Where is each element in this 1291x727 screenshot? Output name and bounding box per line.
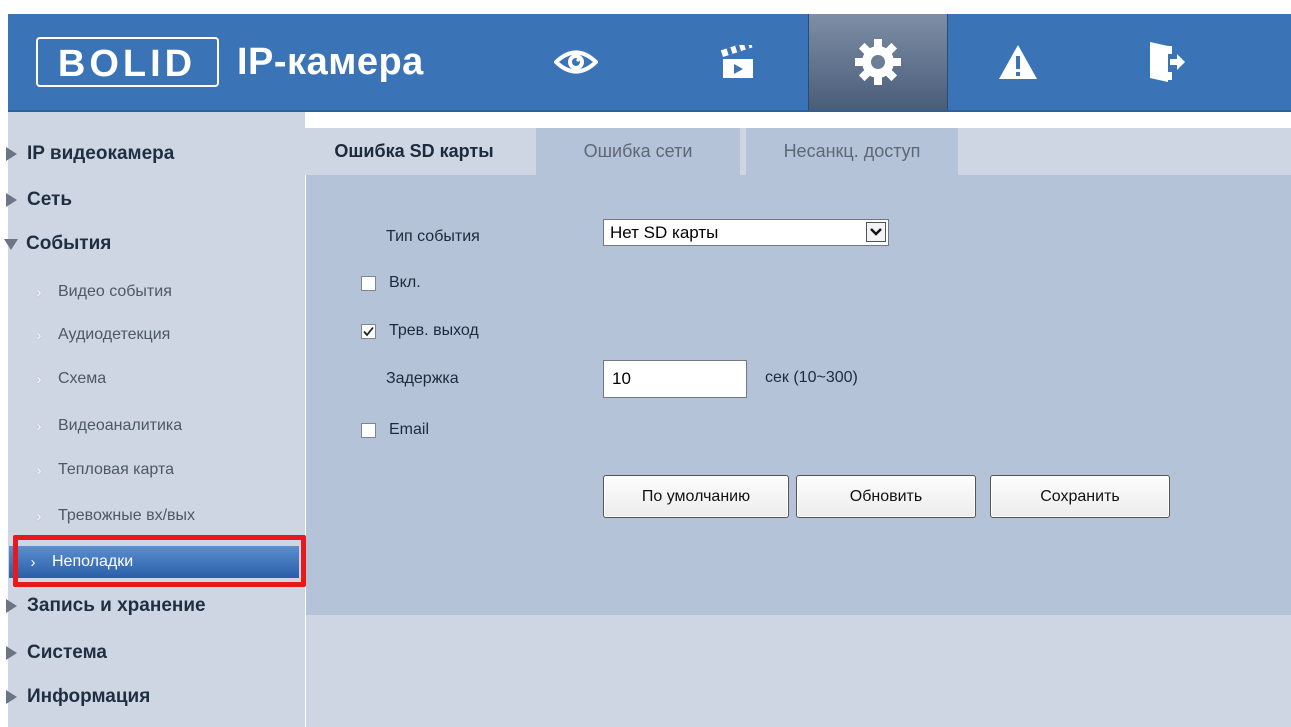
tab-network-error[interactable]: Ошибка сети bbox=[536, 128, 740, 175]
chevron-right-icon: › bbox=[36, 507, 42, 525]
sidebar-item-recording-storage[interactable]: Запись и хранение bbox=[0, 590, 297, 622]
expand-arrow-icon bbox=[6, 147, 17, 161]
event-type-select[interactable]: Нет SD карты bbox=[603, 219, 889, 246]
app-title: IP-камера bbox=[237, 40, 424, 83]
enable-label: Вкл. bbox=[389, 274, 421, 291]
sidebar-item-events[interactable]: События bbox=[0, 228, 297, 260]
sidebar-item-audio-detection[interactable]: › Аудиодетекция bbox=[0, 320, 297, 350]
sidebar-item-ip-camera[interactable]: IP видеокамера bbox=[0, 138, 297, 170]
sidebar-item-system[interactable]: Система bbox=[0, 637, 297, 669]
chevron-right-icon: › bbox=[36, 283, 42, 301]
nav-alarm[interactable] bbox=[978, 14, 1058, 110]
chevron-down-icon[interactable] bbox=[866, 222, 886, 242]
sidebar-item-alarm-io[interactable]: › Тревожные вх/вых bbox=[0, 501, 297, 531]
chevron-right-icon: › bbox=[36, 370, 42, 388]
sidebar-item-label: Сеть bbox=[27, 189, 73, 210]
nav-settings[interactable] bbox=[808, 14, 948, 110]
checkmark-icon bbox=[363, 326, 374, 337]
sidebar-item-label: Схема bbox=[58, 370, 107, 387]
chevron-right-icon: › bbox=[36, 326, 42, 344]
sidebar-item-network[interactable]: Сеть bbox=[0, 184, 297, 216]
sidebar-item-heat-map[interactable]: › Тепловая карта bbox=[0, 455, 297, 485]
logo: BOLID IP-камера bbox=[36, 36, 424, 88]
expand-arrow-icon bbox=[6, 599, 17, 613]
chevron-right-icon: › bbox=[36, 461, 42, 479]
expand-arrow-icon bbox=[6, 690, 17, 704]
email-label: Email bbox=[389, 421, 430, 438]
sidebar-item-video-events[interactable]: › Видео события bbox=[0, 277, 297, 307]
tab-sd-card-error[interactable]: Ошибка SD карты bbox=[298, 128, 530, 175]
alarm-output-label: Трев. выход bbox=[389, 322, 479, 339]
sidebar-item-information[interactable]: Информация bbox=[0, 681, 297, 713]
alarm-output-checkbox[interactable] bbox=[361, 324, 376, 339]
expand-arrow-icon bbox=[6, 646, 17, 660]
exit-icon bbox=[1150, 42, 1185, 82]
eye-icon bbox=[554, 50, 598, 74]
bolid-logo: BOLID bbox=[36, 37, 219, 87]
nav-logout[interactable] bbox=[1126, 14, 1206, 110]
delay-label: Задержка bbox=[386, 370, 459, 387]
delay-range-hint: сек (10~300) bbox=[765, 369, 858, 386]
selection-highlight-frame bbox=[13, 535, 306, 587]
top-bar: BOLID IP-камера bbox=[8, 14, 1291, 110]
event-type-value: Нет SD карты bbox=[610, 222, 719, 242]
nav-live-view[interactable] bbox=[536, 14, 616, 110]
email-checkbox[interactable] bbox=[361, 423, 376, 438]
sidebar-item-label: Видео события bbox=[58, 283, 172, 300]
sidebar-item-label: Система bbox=[27, 642, 107, 663]
sidebar-item-label: Запись и хранение bbox=[27, 595, 206, 616]
enable-checkbox[interactable] bbox=[361, 276, 376, 291]
refresh-button[interactable]: Обновить bbox=[796, 475, 976, 518]
save-button[interactable]: Сохранить bbox=[990, 475, 1170, 518]
nav-playback[interactable] bbox=[698, 14, 778, 110]
sidebar-item-label: Тревожные вх/вых bbox=[58, 507, 196, 524]
sidebar-item-label: События bbox=[26, 233, 112, 254]
collapse-arrow-icon bbox=[4, 238, 18, 250]
delay-input[interactable]: 10 bbox=[603, 360, 747, 398]
sidebar-item-label: Видеоаналитика bbox=[58, 417, 183, 434]
default-button[interactable]: По умолчанию bbox=[603, 475, 789, 518]
sidebar-item-label: IP видеокамера bbox=[27, 143, 175, 164]
sidebar-item-video-analytics[interactable]: › Видеоаналитика bbox=[0, 411, 297, 441]
tab-unauthorized-access[interactable]: Несанкц. доступ bbox=[746, 128, 958, 175]
clapperboard-icon bbox=[720, 45, 753, 78]
gear-icon bbox=[855, 39, 901, 85]
expand-arrow-icon bbox=[6, 193, 17, 207]
event-type-label: Тип события bbox=[386, 228, 480, 245]
sidebar-item-label: Тепловая карта bbox=[58, 461, 175, 478]
chevron-right-icon: › bbox=[36, 417, 42, 435]
warning-icon bbox=[999, 45, 1037, 79]
sidebar-item-scheme[interactable]: › Схема bbox=[0, 364, 297, 394]
content-footer-area bbox=[306, 615, 1291, 727]
logo-wordmark: BOLID bbox=[58, 43, 196, 85]
sidebar-item-label: Информация bbox=[27, 686, 151, 707]
sidebar-item-label: Аудиодетекция bbox=[58, 326, 171, 343]
